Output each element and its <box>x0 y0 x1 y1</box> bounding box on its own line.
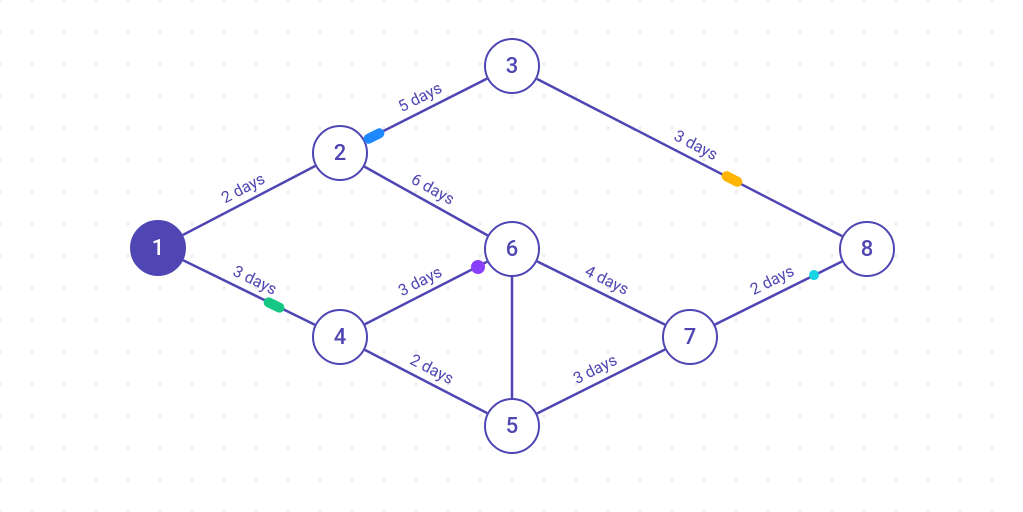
node-8-label: 8 <box>861 237 874 262</box>
node-4: 4 <box>312 309 368 365</box>
node-7: 7 <box>662 309 718 365</box>
node-1: 1 <box>130 220 186 276</box>
node-3: 3 <box>484 38 540 94</box>
node-6-label: 6 <box>506 237 519 262</box>
diagram-canvas: { "colors":{ "ink":"#4f46b3", "marker_bl… <box>0 0 1023 512</box>
edge-3-8 <box>537 79 842 236</box>
node-4-label: 4 <box>334 325 347 350</box>
node-6: 6 <box>484 221 540 277</box>
node-5: 5 <box>484 398 540 454</box>
node-2: 2 <box>312 125 368 181</box>
node-8: 8 <box>839 221 895 277</box>
node-2-label: 2 <box>334 141 347 166</box>
node-5-label: 5 <box>506 414 519 439</box>
node-3-label: 3 <box>506 54 519 79</box>
node-7-label: 7 <box>684 325 697 350</box>
node-1-label: 1 <box>152 236 165 261</box>
